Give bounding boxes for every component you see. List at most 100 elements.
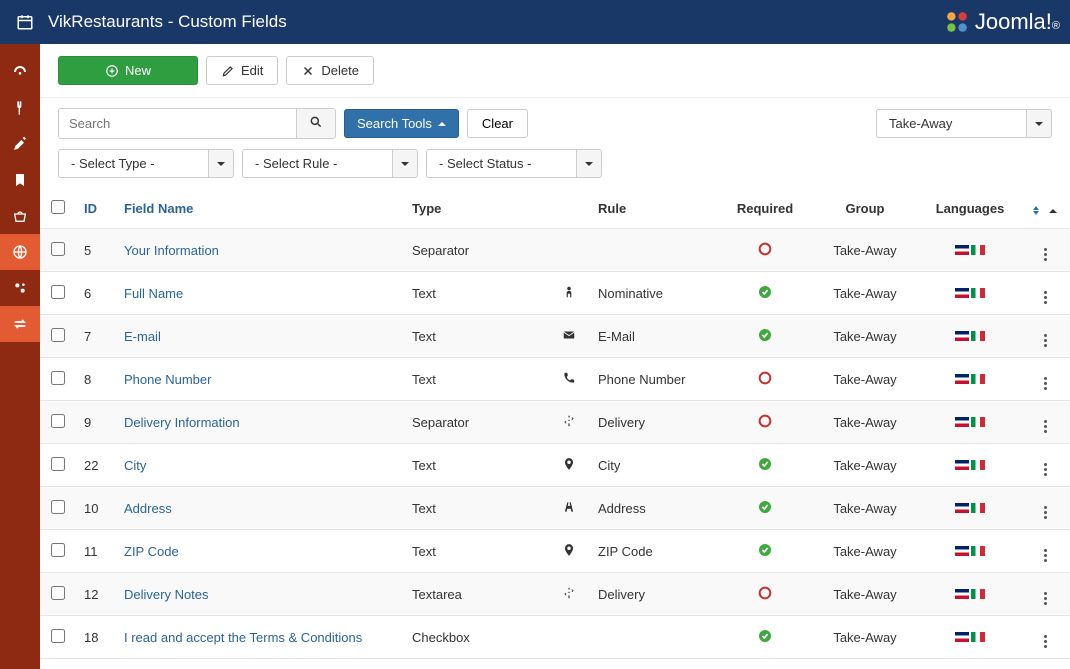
col-id[interactable]: ID	[76, 188, 116, 229]
rule-filter-caret[interactable]	[392, 149, 418, 178]
sidebar-item-bookmark[interactable]	[0, 162, 40, 198]
col-field-name[interactable]: Field Name	[116, 188, 404, 229]
type-filter-caret[interactable]	[208, 149, 234, 178]
row-actions-menu[interactable]	[1044, 506, 1047, 519]
group-filter-select[interactable]: Take-Away	[876, 109, 1052, 138]
row-actions-menu[interactable]	[1044, 635, 1047, 648]
row-checkbox[interactable]	[51, 586, 65, 600]
type-filter-value: - Select Type -	[58, 149, 208, 178]
flag-it-icon	[971, 374, 985, 384]
row-type: Separator	[404, 401, 554, 444]
row-type: Text	[404, 358, 554, 401]
required-toggle[interactable]	[720, 616, 810, 659]
row-group: Take-Away	[810, 401, 920, 444]
sidebar-item-dashboard[interactable]	[0, 54, 40, 90]
caret-down-icon	[1035, 122, 1043, 126]
field-name-link[interactable]: E-mail	[124, 329, 161, 344]
sidebar	[0, 44, 40, 669]
flag-uk-icon	[955, 245, 969, 255]
table-row: 18I read and accept the Terms & Conditio…	[40, 616, 1070, 659]
row-checkbox[interactable]	[51, 285, 65, 299]
row-actions-menu[interactable]	[1044, 334, 1047, 347]
new-button[interactable]: New	[58, 56, 198, 85]
table-row: 9Delivery InformationSeparatorDeliveryTa…	[40, 401, 1070, 444]
table-row: 10AddressTextAddressTake-Away	[40, 487, 1070, 530]
caret-down-icon	[401, 162, 409, 166]
row-checkbox[interactable]	[51, 242, 65, 256]
row-checkbox[interactable]	[51, 457, 65, 471]
row-languages	[920, 444, 1020, 487]
flag-it-icon	[971, 331, 985, 341]
sidebar-item-global[interactable]	[0, 234, 40, 270]
row-actions-menu[interactable]	[1044, 248, 1047, 261]
select-all-checkbox[interactable]	[51, 200, 65, 214]
row-group: Take-Away	[810, 487, 920, 530]
required-toggle[interactable]	[720, 444, 810, 487]
required-toggle[interactable]	[720, 358, 810, 401]
table-row: 5Your InformationSeparatorTake-Away	[40, 229, 1070, 272]
flag-uk-icon	[955, 374, 969, 384]
required-toggle[interactable]	[720, 487, 810, 530]
row-actions-menu[interactable]	[1044, 549, 1047, 562]
field-name-link[interactable]: City	[124, 458, 146, 473]
row-actions-menu[interactable]	[1044, 291, 1047, 304]
type-filter-select[interactable]: - Select Type -	[58, 149, 234, 178]
row-rule	[590, 229, 720, 272]
rule-filter-select[interactable]: - Select Rule -	[242, 149, 418, 178]
status-filter-select[interactable]: - Select Status -	[426, 149, 602, 178]
row-checkbox[interactable]	[51, 500, 65, 514]
sidebar-item-restaurant[interactable]	[0, 90, 40, 126]
required-toggle[interactable]	[720, 229, 810, 272]
row-group: Take-Away	[810, 358, 920, 401]
row-checkbox[interactable]	[51, 414, 65, 428]
row-id: 6	[76, 272, 116, 315]
row-group: Take-Away	[810, 444, 920, 487]
field-name-link[interactable]: Phone Number	[124, 372, 211, 387]
flag-uk-icon	[955, 503, 969, 513]
required-toggle[interactable]	[720, 401, 810, 444]
field-name-link[interactable]: Your Information	[124, 243, 219, 258]
field-name-link[interactable]: ZIP Code	[124, 544, 179, 559]
row-id: 8	[76, 358, 116, 401]
row-actions-menu[interactable]	[1044, 592, 1047, 605]
row-checkbox[interactable]	[51, 371, 65, 385]
sidebar-item-operations[interactable]	[0, 126, 40, 162]
field-name-link[interactable]: Delivery Notes	[124, 587, 209, 602]
rule-filter-value: - Select Rule -	[242, 149, 392, 178]
status-filter-caret[interactable]	[576, 149, 602, 178]
col-order[interactable]	[1020, 188, 1070, 229]
row-rule: Delivery	[590, 401, 720, 444]
delete-button[interactable]: Delete	[286, 56, 374, 85]
row-actions-menu[interactable]	[1044, 377, 1047, 390]
fields-table: ID Field Name Type Rule Required Group L…	[40, 188, 1070, 659]
table-row: 8Phone NumberTextPhone NumberTake-Away	[40, 358, 1070, 401]
filter-bar-2: - Select Type - - Select Rule - - Select…	[40, 139, 1070, 188]
row-checkbox[interactable]	[51, 328, 65, 342]
sidebar-item-config[interactable]	[0, 270, 40, 306]
sidebar-item-transfer[interactable]	[0, 306, 40, 342]
caret-down-icon	[585, 162, 593, 166]
required-toggle[interactable]	[720, 530, 810, 573]
required-toggle[interactable]	[720, 272, 810, 315]
search-input[interactable]	[58, 108, 296, 139]
edit-button[interactable]: Edit	[206, 56, 278, 85]
row-checkbox[interactable]	[51, 629, 65, 643]
rule-icon-cell	[554, 315, 590, 358]
field-name-link[interactable]: Delivery Information	[124, 415, 240, 430]
required-toggle[interactable]	[720, 315, 810, 358]
row-actions-menu[interactable]	[1044, 420, 1047, 433]
row-actions-menu[interactable]	[1044, 463, 1047, 476]
row-checkbox[interactable]	[51, 543, 65, 557]
clear-button[interactable]: Clear	[467, 109, 528, 138]
search-tools-button[interactable]: Search Tools	[344, 109, 459, 138]
field-name-link[interactable]: Full Name	[124, 286, 183, 301]
required-toggle[interactable]	[720, 573, 810, 616]
sidebar-item-takeaway[interactable]	[0, 198, 40, 234]
group-filter-caret[interactable]	[1026, 109, 1052, 138]
joomla-logo: Joomla!®	[943, 8, 1060, 36]
rule-icon-cell	[554, 229, 590, 272]
field-name-link[interactable]: Address	[124, 501, 172, 516]
field-name-link[interactable]: I read and accept the Terms & Conditions	[124, 630, 362, 645]
rule-icon-cell	[554, 358, 590, 401]
search-submit-button[interactable]	[296, 108, 336, 139]
